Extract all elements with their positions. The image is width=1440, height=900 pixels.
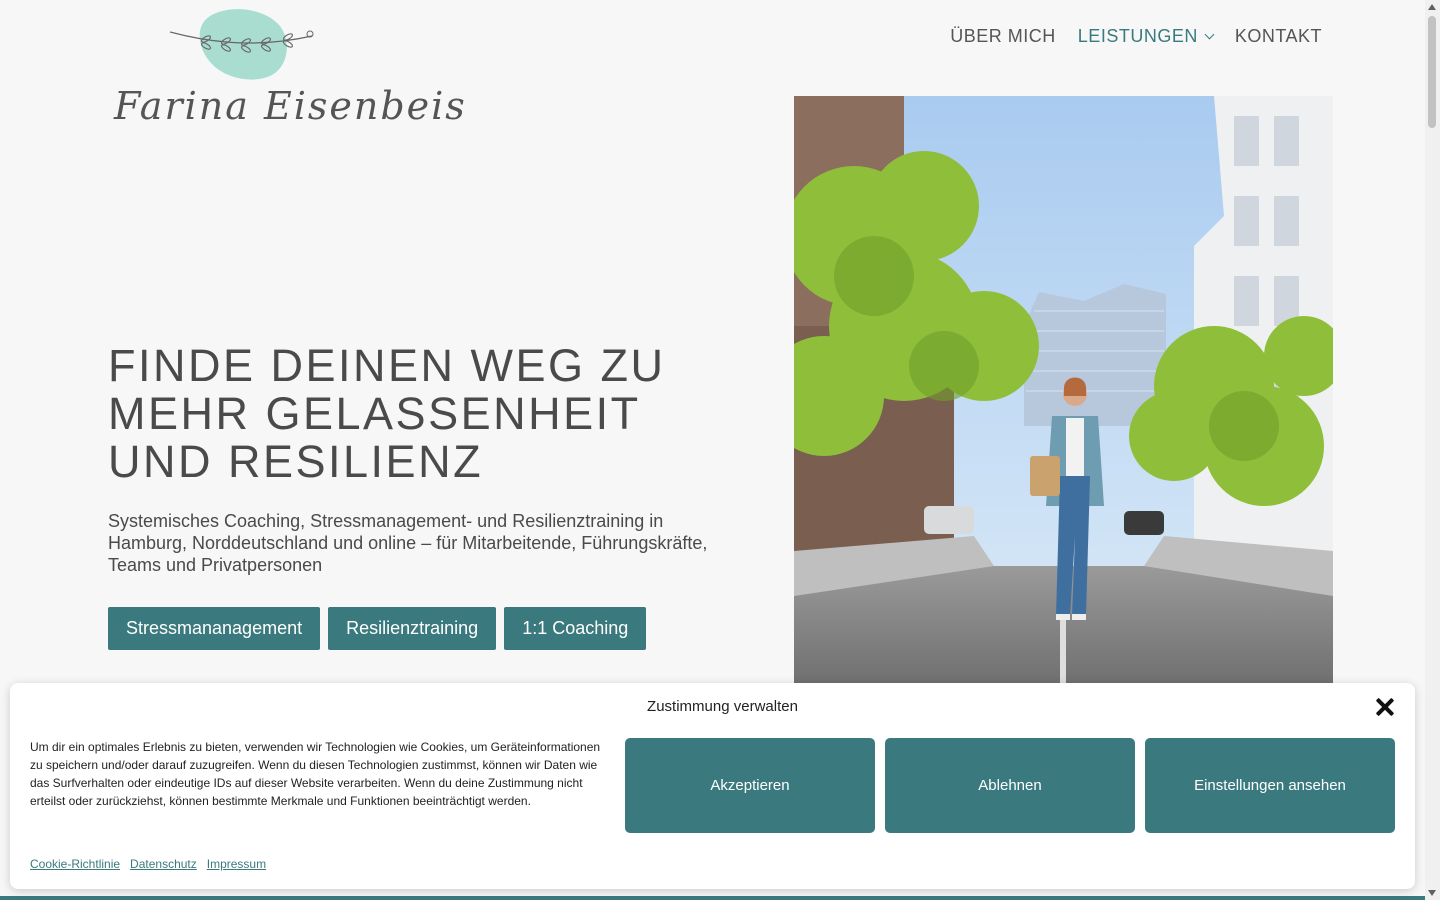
page-scrollbar[interactable] [1425, 0, 1440, 900]
chevron-down-icon [1204, 29, 1215, 40]
scroll-down-arrow-icon[interactable] [1428, 890, 1436, 896]
imprint-link[interactable]: Impressum [207, 857, 266, 871]
nav-item-leistungen[interactable]: LEISTUNGEN [1077, 26, 1215, 47]
cookie-consent-banner: Zustimmung verwalten Um dir ein optimale… [10, 683, 1415, 889]
hero-headline: FINDE DEINEN WEG ZU MEHR GELASSENHEIT UN… [108, 340, 666, 487]
footer-accent-strip [0, 896, 1425, 900]
consent-description: Um dir ein optimales Erlebnis zu bieten,… [30, 740, 601, 808]
scroll-up-arrow-icon[interactable] [1428, 4, 1436, 10]
resilienztraining-button[interactable]: Resilienztraining [328, 607, 497, 650]
hero-photo [794, 96, 1333, 686]
view-settings-button[interactable]: Einstellungen ansehen [1145, 738, 1395, 833]
consent-title: Zustimmung verwalten [647, 698, 798, 715]
nav-item-label: ÜBER MICH [950, 26, 1056, 46]
hero-subline: Systemisches Coaching, Stressmanagement-… [108, 511, 708, 575]
consent-links: Cookie-Richtlinie Datenschutz Impressum [30, 857, 266, 871]
cookie-policy-link[interactable]: Cookie-Richtlinie [30, 857, 120, 871]
nav-item-ueber-mich[interactable]: ÜBER MICH [950, 26, 1056, 47]
consent-button-group: Akzeptieren Ablehnen Einstellungen anseh… [625, 738, 1395, 833]
stressmanagement-button[interactable]: Stressmananagement [108, 607, 321, 650]
close-icon[interactable] [1375, 697, 1395, 717]
logo-wordmark: Farina Eisenbeis [114, 84, 467, 128]
main-navigation: ÜBER MICH LEISTUNGEN KONTAKT [950, 26, 1322, 47]
nav-item-label: KONTAKT [1234, 26, 1322, 46]
nav-item-kontakt[interactable]: KONTAKT [1235, 26, 1322, 47]
scrollbar-thumb[interactable] [1428, 16, 1436, 128]
privacy-link[interactable]: Datenschutz [130, 857, 197, 871]
hero-button-group: Stressmananagement Resilienztraining 1:1… [108, 607, 647, 650]
deny-button[interactable]: Ablehnen [885, 738, 1135, 833]
coaching-button[interactable]: 1:1 Coaching [504, 607, 647, 650]
nav-item-label: LEISTUNGEN [1077, 26, 1198, 46]
site-logo[interactable]: Farina Eisenbeis [110, 6, 465, 146]
logo-leaf-branch-icon [170, 9, 314, 80]
accept-button[interactable]: Akzeptieren [625, 738, 875, 833]
